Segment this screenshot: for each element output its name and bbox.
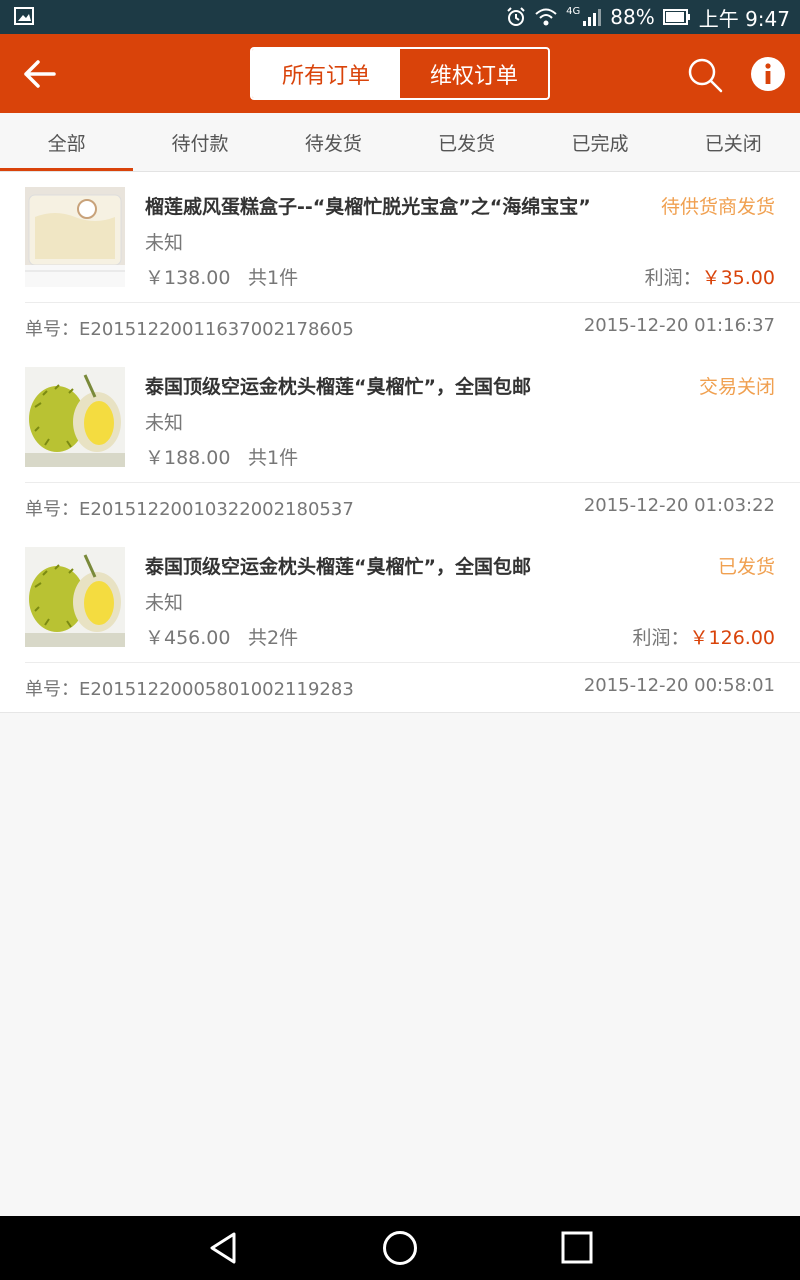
order-title: 泰国顶级空运金枕头榴莲“臭榴忙”，全国包邮 (145, 376, 531, 398)
order-number: 单号：E20151220011637002178605 (25, 319, 354, 340)
segment-rights-orders[interactable]: 维权订单 (400, 49, 548, 98)
order-spec: 未知 (145, 592, 184, 614)
tab-all[interactable]: 全部 (0, 113, 134, 171)
segment-all-orders[interactable]: 所有订单 (252, 49, 400, 98)
order-profit: 利润：￥35.00 (645, 263, 775, 290)
order-quantity: 共1件 (248, 267, 299, 289)
battery-icon (662, 9, 690, 25)
order-title: 泰国顶级空运金枕头榴莲“臭榴忙”，全国包邮 (145, 556, 531, 578)
back-arrow-icon[interactable] (20, 56, 60, 92)
search-icon[interactable] (686, 56, 724, 94)
order-status-tabs: 全部 待付款 待发货 已发货 已完成 已关闭 (0, 113, 800, 172)
tab-pending-payment[interactable]: 待付款 (133, 113, 266, 171)
alarm-icon (507, 7, 525, 26)
system-nav-bar (0, 1216, 800, 1280)
order-card[interactable]: 泰国顶级空运金枕头榴莲“臭榴忙”，全国包邮 已发货 未知 ￥456.00 共2件… (0, 532, 800, 713)
cake-thumbnail (25, 187, 125, 287)
order-type-switch: 所有订单 维权订单 (250, 47, 550, 100)
wifi-icon (535, 8, 557, 26)
status-bar: 4G 88% 上午 9:47 (0, 0, 800, 34)
app-bar: 所有订单 维权订单 (0, 34, 800, 113)
order-status: 待供货商发货 (660, 196, 775, 218)
clock: 上午 9:47 (698, 6, 790, 31)
order-spec: 未知 (145, 412, 184, 434)
order-spec: 未知 (145, 232, 184, 254)
divider (25, 662, 800, 663)
durian-thumbnail (25, 547, 125, 647)
order-status: 交易关闭 (698, 376, 775, 398)
order-card[interactable]: 榴莲戚风蛋糕盒子--“臭榴忙脱光宝盒”之“海绵宝宝” 待供货商发货 未知 ￥13… (0, 172, 800, 353)
profit-label: 利润： (644, 267, 702, 289)
profit-label: 利润： (632, 627, 690, 649)
order-date: 2015-12-20 01:16:37 (583, 315, 775, 336)
order-number: 单号：E20151220010322002180537 (25, 499, 354, 520)
order-price: ￥456.00 (145, 627, 231, 649)
order-date: 2015-12-20 00:58:01 (583, 675, 775, 696)
network-type-label: 4G (566, 5, 581, 17)
order-profit: 利润：￥126.00 (633, 623, 776, 650)
order-price: ￥138.00 (145, 267, 231, 289)
order-number: 单号：E20151220005801002119283 (25, 679, 354, 700)
order-quantity: 共1件 (248, 447, 299, 469)
signal-icon (583, 9, 602, 26)
divider (25, 302, 800, 303)
order-title: 榴莲戚风蛋糕盒子--“臭榴忙脱光宝盒”之“海绵宝宝” (145, 196, 591, 218)
tab-pending-shipment[interactable]: 待发货 (267, 113, 400, 171)
profit-value: ￥35.00 (701, 267, 775, 289)
profit-value: ￥126.00 (689, 627, 775, 649)
nav-home-icon[interactable] (380, 1230, 420, 1266)
tab-shipped[interactable]: 已发货 (400, 113, 533, 171)
tab-completed[interactable]: 已完成 (533, 113, 666, 171)
tab-closed[interactable]: 已关闭 (667, 113, 800, 171)
order-status: 已发货 (717, 556, 775, 578)
nav-back-icon[interactable] (204, 1230, 244, 1266)
order-date: 2015-12-20 01:03:22 (583, 495, 775, 516)
info-icon[interactable] (750, 56, 786, 92)
durian-thumbnail (25, 367, 125, 467)
battery-percent: 88% (610, 5, 655, 29)
gallery-icon (14, 7, 34, 25)
order-card[interactable]: 泰国顶级空运金枕头榴莲“臭榴忙”，全国包邮 交易关闭 未知 ￥188.00 共1… (0, 352, 800, 533)
order-quantity: 共2件 (248, 627, 299, 649)
divider (25, 482, 800, 483)
nav-recents-icon[interactable] (557, 1230, 597, 1266)
order-price: ￥188.00 (145, 447, 231, 469)
